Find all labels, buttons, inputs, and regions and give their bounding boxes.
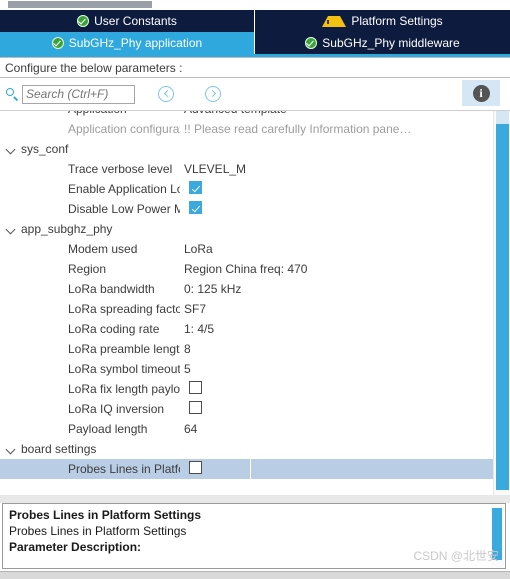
instruction-bar: Configure the below parameters : [0,57,510,78]
table-row[interactable]: LoRa fix length payload on [0,379,493,399]
check-circle-icon [51,37,64,49]
tree-scrollbar[interactable] [493,111,510,495]
cell-divider [250,459,251,479]
tab-label: User Constants [94,14,177,28]
param-name: LoRa symbol timeout [68,362,180,376]
param-name: Application [0,111,180,116]
parameter-tree-viewport: Application Advanced template Applicatio… [0,111,493,495]
instruction-text: Configure the below parameters : [5,60,183,75]
window-title-stub [8,1,152,8]
info-icon: i [472,84,490,102]
param-name: Enable Application Logging [68,182,180,196]
param-name: Trace verbose level [68,162,173,176]
table-row[interactable]: LoRa spreading factor SF7 [0,299,493,319]
tree-group-sys-conf[interactable]: sys_conf [0,139,493,159]
tree-scrollbar-up-button[interactable] [496,111,509,124]
param-value[interactable]: 64 [180,422,493,436]
table-row[interactable]: LoRa IQ inversion [0,399,493,419]
table-row[interactable]: Region Region China freq: 470 [0,259,493,279]
description-panel: Probes Lines in Platform Settings Probes… [2,503,506,569]
parameter-tree: Application Advanced template Applicatio… [0,110,510,495]
param-name: LoRa IQ inversion [68,402,165,416]
group-label: board settings [21,442,97,456]
param-value[interactable]: LoRa [180,242,493,256]
table-row[interactable]: LoRa bandwidth 0: 125 kHz [0,279,493,299]
param-value[interactable]: SF7 [180,302,493,316]
param-name: Modem used [68,242,138,256]
param-name: LoRa preamble length [68,342,180,356]
param-value[interactable]: 1: 4/5 [180,322,493,336]
status-bar [0,571,510,579]
param-value[interactable]: VLEVEL_M [180,162,493,176]
table-row[interactable]: Application Advanced template [0,111,493,119]
param-value[interactable]: Advanced template [180,111,493,116]
search-input[interactable] [22,84,135,104]
checkbox-lora-fix-length-payload-on[interactable] [189,381,202,394]
param-name: LoRa coding rate [68,322,160,336]
tab-label: SubGHz_Phy application [68,36,203,50]
check-circle-icon [305,37,318,49]
tab-subghz-phy-application[interactable]: SubGHz_Phy application [0,32,255,54]
param-name: Application configuration reco… [68,122,180,136]
tab-row-primary: User Constants Platform Settings [0,10,510,32]
tree-group-app-subghz-phy[interactable]: app_subghz_phy [0,219,493,239]
checkbox-disable-low-power-mode[interactable] [189,201,202,214]
param-name: Region [68,262,107,276]
param-value[interactable]: Region China freq: 470 [180,262,493,276]
param-name: Payload length [68,422,148,436]
table-row[interactable]: Trace verbose level VLEVEL_M [0,159,493,179]
chevron-down-icon[interactable] [4,442,18,456]
watermark: CSDN @北世安 [413,549,499,563]
search-icon [4,86,20,102]
panel-divider [0,495,510,503]
tab-subghz-phy-middleware[interactable]: SubGHz_Phy middleware [255,32,510,54]
information-button[interactable]: i [462,80,500,106]
param-name: LoRa fix length payload on [68,382,180,396]
tab-strip: User Constants Platform Settings SubGHz_… [0,10,510,57]
tab-label: SubGHz_Phy middleware [322,36,460,50]
table-row[interactable]: LoRa coding rate 1: 4/5 [0,319,493,339]
param-name: LoRa spreading factor [68,302,180,316]
table-row-selected[interactable]: Probes Lines in Platform Sett… [0,459,493,479]
group-label: sys_conf [21,142,69,156]
tab-label: Platform Settings [351,14,443,28]
checkbox-enable-application-logging[interactable] [189,181,202,194]
param-value[interactable]: 8 [180,342,493,356]
description-subtitle: Probes Lines in Platform Settings [9,524,187,538]
previous-match-icon[interactable] [158,86,174,102]
configuration-panel: User Constants Platform Settings SubGHz_… [0,0,510,579]
table-row[interactable]: Modem used LoRa [0,239,493,259]
table-row[interactable]: LoRa symbol timeout 5 [0,359,493,379]
description-title: Probes Lines in Platform Settings [9,508,202,522]
next-match-icon[interactable] [205,86,221,102]
check-circle-icon [77,15,90,27]
tab-row-secondary: SubGHz_Phy application SubGHz_Phy middle… [0,32,510,54]
table-row[interactable]: Disable Low Power Mode [0,199,493,219]
tree-scrollbar-thumb[interactable] [496,124,509,490]
checkbox-lora-iq-inversion[interactable] [189,401,202,414]
param-value[interactable]: 0: 125 kHz [180,282,493,296]
param-value[interactable]: !! Please read carefully Information pan… [180,122,493,136]
warning-triangle-icon [322,16,347,27]
tree-group-board-settings[interactable]: board settings [0,439,493,459]
chevron-down-icon[interactable] [4,142,18,156]
param-value[interactable]: 5 [180,362,493,376]
parameter-tree-rows: Application Advanced template Applicatio… [0,111,493,479]
table-row[interactable]: Enable Application Logging [0,179,493,199]
chevron-down-icon[interactable] [4,222,18,236]
search-toolbar: i [0,78,510,110]
table-row[interactable]: Payload length 64 [0,419,493,439]
table-row[interactable]: Application configuration reco… !! Pleas… [0,119,493,139]
checkbox-probes-lines-in-platform-settings[interactable] [189,461,202,474]
tab-user-constants[interactable]: User Constants [0,10,255,32]
param-name: LoRa bandwidth [68,282,155,296]
tab-platform-settings[interactable]: Platform Settings [255,10,510,32]
table-row[interactable]: LoRa preamble length 8 [0,339,493,359]
param-name: Probes Lines in Platform Sett… [68,462,180,476]
param-name: Disable Low Power Mode [68,202,180,216]
group-label: app_subghz_phy [21,222,113,236]
